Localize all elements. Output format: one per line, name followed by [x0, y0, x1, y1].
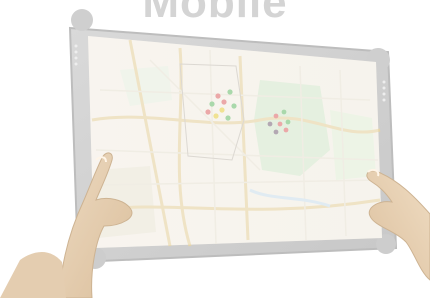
illustration-canvas: [0, 9, 430, 298]
corner-bumper-top-left: [71, 9, 93, 31]
tablet-screen: [88, 36, 382, 248]
tablet-mobile-illustration: Mobile: [0, 0, 430, 298]
